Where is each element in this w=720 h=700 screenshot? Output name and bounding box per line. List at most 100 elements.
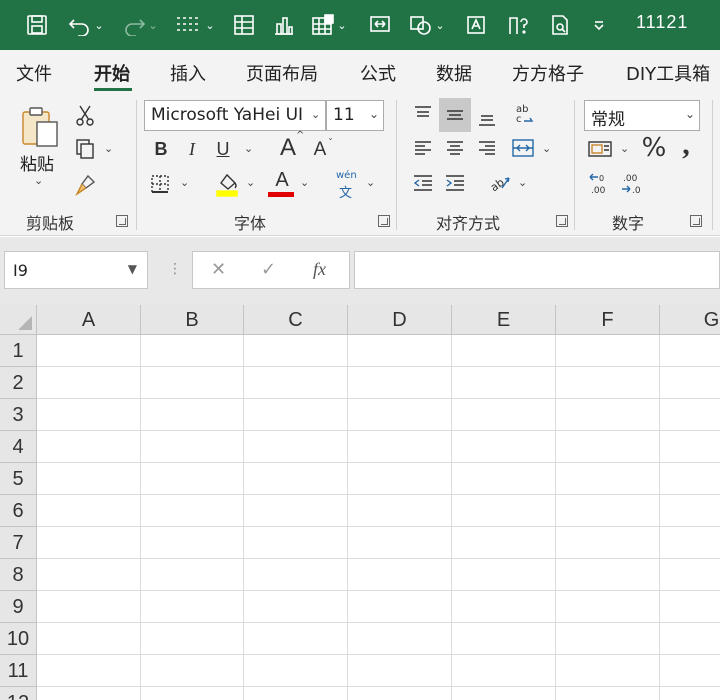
tab-fangfang-gezi[interactable]: 方方格子 [512,60,584,86]
font-name-select[interactable]: Microsoft YaHei UI [144,100,326,131]
align-bottom-icon[interactable] [474,106,500,130]
copy-icon[interactable] [70,136,100,162]
format-painter-icon[interactable] [72,172,98,198]
cancel-icon[interactable]: ✕ [211,259,226,280]
phonetic-guide-top[interactable]: wén [336,170,357,181]
chevron-down-icon[interactable]: ⌄ [311,108,320,121]
chevron-down-icon: ⌄ [368,107,379,121]
increase-decimal-icon[interactable]: 0.00 [586,170,614,198]
phonetic-guide-bottom[interactable]: 文 [339,182,352,201]
tab-page-layout[interactable]: 页面布局 [246,60,318,86]
svg-text:c: c [516,114,522,125]
formula-input[interactable] [354,251,720,289]
row-header-9[interactable]: 9 [0,591,37,623]
column-header-a[interactable]: A [37,305,141,335]
row-header-3[interactable]: 3 [0,399,37,431]
chevron-down-icon[interactable]: ⌄ [366,176,375,189]
table-insert-icon[interactable]: ⌄ [306,10,352,40]
row-header-8[interactable]: 8 [0,559,37,591]
increase-indent-icon[interactable] [442,170,468,196]
chevron-down-icon[interactable]: ⌄ [180,176,189,189]
fill-color-icon[interactable] [214,170,240,198]
print-preview-icon[interactable] [546,10,574,40]
help-icon[interactable] [504,10,532,40]
chevron-down-icon[interactable]: ▼ [128,262,137,276]
row-header-4[interactable]: 4 [0,431,37,463]
chevron-down-icon[interactable]: ⌄ [244,142,253,155]
separator [136,100,137,230]
cut-icon[interactable] [72,102,98,128]
column-header-d[interactable]: D [348,305,452,335]
tab-insert[interactable]: 插入 [170,60,206,86]
row-header-6[interactable]: 6 [0,495,37,527]
format-painter-qa-icon[interactable]: ⌄ [172,10,218,40]
row-header-2[interactable]: 2 [0,367,37,399]
row-header-7[interactable]: 7 [0,527,37,559]
chevron-down-icon[interactable]: ⌄ [300,176,309,189]
chevron-down-icon[interactable]: ⌄ [542,142,551,155]
chevron-down-icon[interactable]: ⌄ [246,176,255,189]
align-right-icon[interactable] [474,136,500,160]
align-middle-icon[interactable] [439,98,471,132]
align-left-icon[interactable] [410,136,436,160]
tab-diy-toolbox[interactable]: DIY工具箱 [626,60,710,86]
form-icon[interactable] [230,10,258,40]
bold-button[interactable]: B [152,138,170,160]
tab-formulas[interactable]: 公式 [360,60,396,86]
comma-style-button[interactable]: , [676,128,696,161]
enter-icon[interactable]: ✓ [261,259,276,280]
worksheet-grid[interactable]: A B C D E F G 1 2 3 4 5 6 7 8 9 10 11 12 [0,305,720,700]
clipboard-launcher-icon[interactable] [116,215,128,227]
screenshot-icon[interactable] [366,10,394,40]
formula-bar-resize-handle[interactable]: ⋮ [168,261,182,277]
font-size-select[interactable]: 11 ⌄ [326,100,384,131]
insert-function-button[interactable]: fx [313,259,326,280]
wrap-text-icon[interactable]: ab [486,170,514,196]
align-center-icon[interactable] [442,136,468,160]
font-color-button[interactable]: A [270,168,294,192]
accounting-format-icon[interactable] [586,136,614,162]
tab-home[interactable]: 开始 [94,60,130,86]
decrease-indent-icon[interactable] [410,170,436,196]
name-box[interactable]: I9 ▼ [4,251,148,289]
paste-icon[interactable] [18,104,62,148]
column-header-c[interactable]: C [244,305,348,335]
save-icon[interactable] [22,10,52,40]
row-header-1[interactable]: 1 [0,335,37,367]
alignment-launcher-icon[interactable] [556,215,568,227]
font-launcher-icon[interactable] [378,215,390,227]
select-all-button[interactable] [0,305,37,335]
redo-icon[interactable]: ⌄ [118,10,162,40]
paste-label[interactable]: 粘贴 [20,150,54,175]
italic-button[interactable]: I [184,138,200,160]
chevron-down-icon[interactable]: ⌄ [104,142,113,155]
merge-center-icon[interactable] [508,134,538,162]
shapes-icon[interactable]: ⌄ [404,10,450,40]
column-header-g[interactable]: G [660,305,720,335]
column-header-e[interactable]: E [452,305,556,335]
decrease-decimal-icon[interactable]: .00.0 [618,170,646,198]
column-header-f[interactable]: F [556,305,660,335]
row-header-12[interactable]: 12 [0,687,37,700]
chevron-down-icon[interactable]: ⌄ [34,174,43,187]
number-launcher-icon[interactable] [690,215,702,227]
textbox-icon[interactable] [462,10,490,40]
customize-qa-icon[interactable] [588,10,610,40]
borders-icon[interactable] [148,172,172,196]
row-header-5[interactable]: 5 [0,463,37,495]
chart-icon[interactable] [270,10,298,40]
align-top-icon[interactable] [410,102,436,126]
tab-data[interactable]: 数据 [436,60,472,86]
row-header-10[interactable]: 10 [0,623,37,655]
underline-button[interactable]: U [214,138,232,160]
chevron-down-icon[interactable]: ⌄ [518,176,527,189]
number-format-select[interactable]: 常规 ⌄ [584,100,700,131]
chevron-down-icon[interactable]: ⌄ [620,142,629,155]
orientation-icon[interactable]: ab c [510,100,538,128]
undo-icon[interactable]: ⌄ [64,10,108,40]
percent-style-button[interactable]: % [640,133,668,163]
column-header-b[interactable]: B [141,305,244,335]
row-header-11[interactable]: 11 [0,655,37,687]
tab-file[interactable]: 文件 [16,60,52,86]
shrink-font-button[interactable]: A [310,138,330,162]
